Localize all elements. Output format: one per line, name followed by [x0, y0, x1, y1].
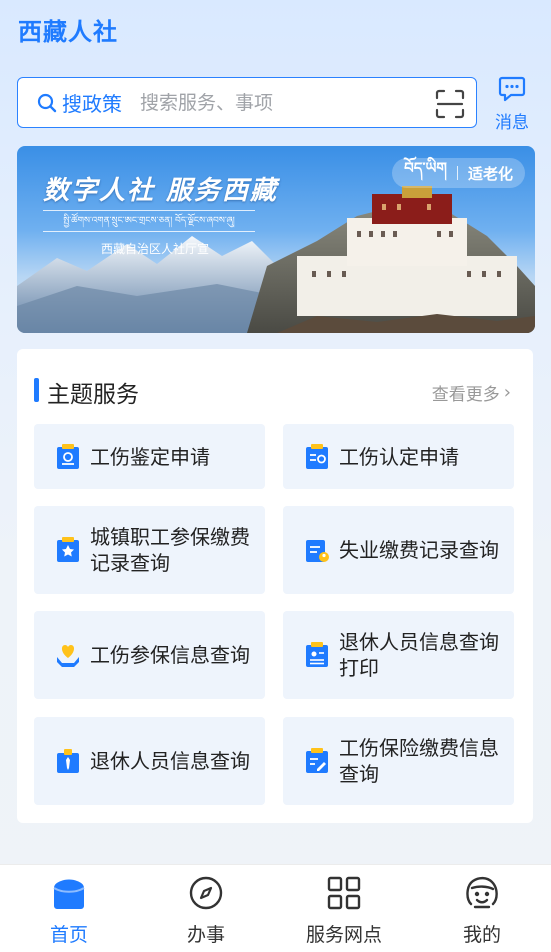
- banner-slogan: 数字人社 服务西藏: [43, 176, 279, 206]
- tab-label: 我的: [462, 924, 501, 946]
- elder-mode-toggle[interactable]: བོད་ཡིག 适老化: [392, 158, 525, 188]
- chevron-right-icon: ›: [503, 382, 511, 403]
- bottom-tab-bar: 首页 办事 服务网点 我的: [0, 864, 551, 952]
- tie-badge-icon: [57, 749, 79, 773]
- scan-icon[interactable]: [434, 88, 466, 120]
- star-document-icon: [57, 537, 79, 562]
- search-icon: [36, 92, 58, 114]
- compass-icon: [186, 873, 226, 913]
- service-tile[interactable]: 工伤鉴定申请: [34, 424, 265, 489]
- profile-document-icon: [306, 642, 328, 667]
- search-input[interactable]: [140, 91, 400, 114]
- tab-mine[interactable]: 我的: [422, 865, 542, 952]
- tab-label: 办事: [186, 924, 225, 946]
- heart-hands-icon: [57, 645, 79, 667]
- document-icon: [57, 443, 79, 469]
- home-icon: [49, 873, 89, 913]
- view-more-link[interactable]: 查看更多 ›: [432, 380, 511, 405]
- banner[interactable]: 数字人社 服务西藏 སྤྱི་ཚོགས་འགན་སྲུང་ཨང་གྲངས་ཅན།…: [17, 146, 535, 333]
- service-tile[interactable]: 失业缴费记录查询: [283, 506, 514, 594]
- view-more-label: 查看更多: [431, 385, 500, 405]
- service-tile[interactable]: 城镇职工参保缴费记录查询: [34, 506, 265, 594]
- service-tile[interactable]: 工伤认定申请: [283, 424, 514, 489]
- banner-tibetan-text: སྤྱི་ཚོགས་འགན་སྲུང་ཨང་གྲངས་ཅན། བོད་ལྗོངས…: [43, 210, 255, 232]
- elder-tibetan-label: བོད་ཡིག: [404, 159, 447, 177]
- edit-document-icon: [306, 748, 328, 773]
- tab-services[interactable]: 办事: [146, 865, 266, 952]
- tab-service-outlets[interactable]: 服务网点: [284, 865, 404, 952]
- search-label: 搜政策: [62, 92, 122, 116]
- user-face-icon: [462, 873, 502, 913]
- service-label: 工伤鉴定申请: [90, 444, 210, 469]
- banner-org: 西藏自治区人社厅宣: [101, 242, 210, 256]
- service-tile[interactable]: 退休人员信息查询: [34, 717, 265, 805]
- service-label: 工伤保险缴费信息查询: [339, 736, 499, 786]
- app-title: 西藏人社: [18, 18, 118, 46]
- service-label: 退休人员信息查询: [90, 749, 250, 773]
- service-label: 工伤认定申请: [339, 444, 459, 469]
- tab-label: 首页: [49, 924, 88, 946]
- service-label: 退休人员信息查询打印: [339, 630, 499, 680]
- service-label: 城镇职工参保缴费记录查询: [90, 525, 250, 575]
- document-person-icon: [306, 540, 329, 562]
- theme-services-card: 主题服务 查看更多 › 工伤鉴定申请 工伤认定申请 城镇职工参保缴费记录查询 失…: [17, 349, 533, 823]
- service-label: 失业缴费记录查询: [339, 538, 499, 562]
- message-icon: [498, 76, 526, 106]
- service-label: 工伤参保信息查询: [90, 643, 250, 667]
- grid-icon: [324, 873, 364, 913]
- id-card-icon: [306, 443, 328, 469]
- message-label: 消息: [495, 113, 529, 133]
- service-tile[interactable]: 退休人员信息查询打印: [283, 611, 514, 699]
- tab-label: 服务网点: [305, 924, 382, 946]
- service-tile[interactable]: 工伤保险缴费信息查询: [283, 717, 514, 805]
- section-accent-bar: [34, 378, 39, 402]
- divider: [456, 166, 458, 180]
- section-title: 主题服务: [47, 382, 139, 408]
- message-button[interactable]: 消息: [490, 76, 534, 133]
- tab-home[interactable]: 首页: [9, 865, 129, 952]
- search-bar[interactable]: 搜政策: [17, 77, 477, 128]
- elder-mode-label: 适老化: [467, 164, 513, 183]
- service-tile[interactable]: 工伤参保信息查询: [34, 611, 265, 699]
